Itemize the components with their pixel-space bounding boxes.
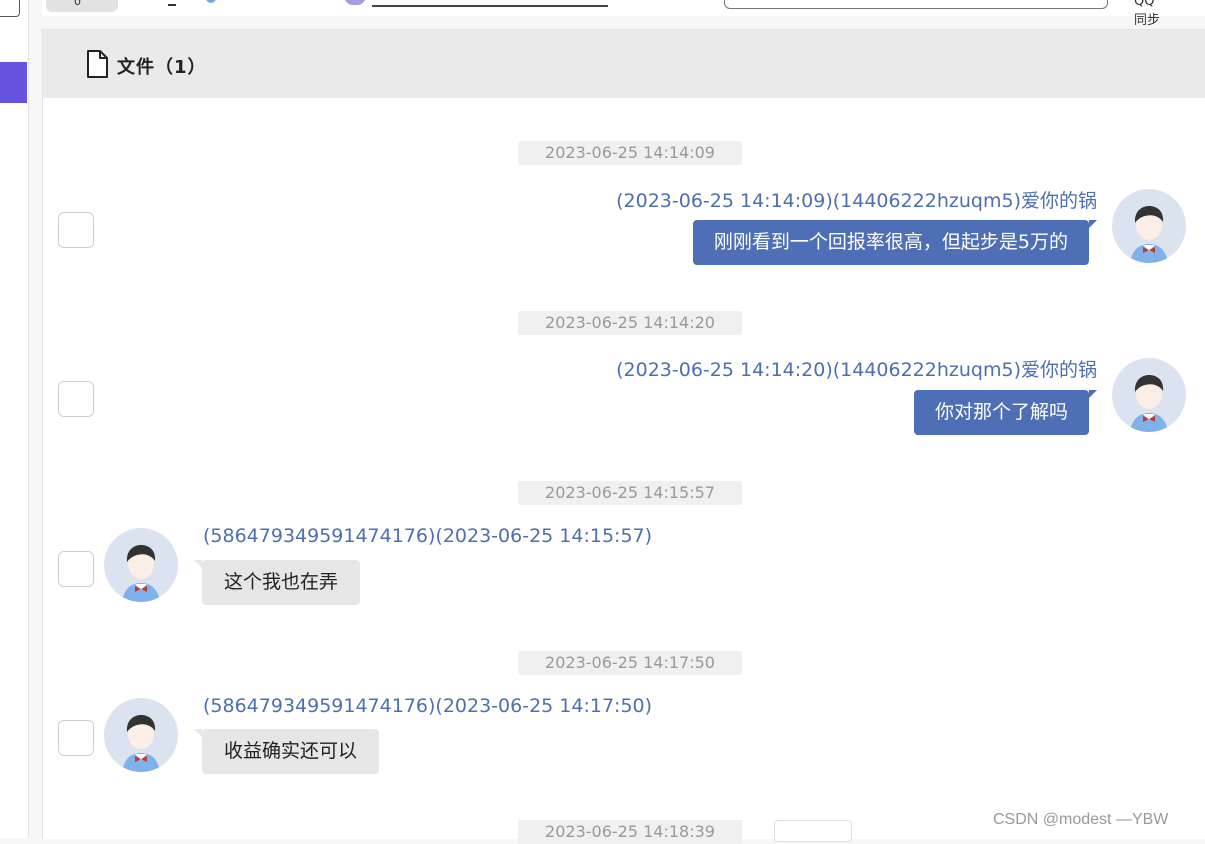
avatar[interactable] (104, 698, 178, 772)
message-meta: (586479349591474176)(2023-06-25 14:15:57… (203, 525, 653, 547)
message-checkbox[interactable] (58, 720, 94, 756)
avatar[interactable] (104, 528, 178, 602)
qq-sync-label: QQ同步 (1134, 0, 1161, 28)
message-bubble[interactable]: 刚刚看到一个回报率很高，但起步是5万的 (692, 220, 1098, 265)
avatar-icon (122, 545, 160, 602)
toolbar-link[interactable] (372, 5, 608, 7)
avatar-icon (122, 715, 160, 772)
chat-panel: 文件（1） 2023-06-25 14:14:09 (2023-06-25 14… (42, 29, 1205, 844)
search-input[interactable] (724, 0, 1108, 9)
message-timestamp: 2023-06-25 14:17:50 (518, 651, 742, 675)
file-icon (87, 50, 108, 78)
message-checkbox[interactable] (58, 212, 94, 248)
left-sidebar (0, 0, 29, 838)
popup-button[interactable] (774, 820, 852, 842)
avatar[interactable] (1112, 358, 1186, 432)
message-bubble[interactable]: 这个我也在弄 (193, 560, 361, 605)
top-toolbar: 0 QQ同步 (42, 0, 1205, 28)
user-icon[interactable] (344, 0, 366, 5)
avatar-icon (1130, 375, 1168, 432)
avatar[interactable] (1112, 189, 1186, 263)
message-checkbox[interactable] (58, 551, 94, 587)
message-bubble[interactable]: 收益确实还可以 (193, 729, 380, 774)
message-meta: (2023-06-25 14:14:20)(14406222hzuqm5)爱你的… (616, 359, 1097, 381)
message-meta: (586479349591474176)(2023-06-25 14:17:50… (203, 695, 653, 717)
sidebar-active-item[interactable] (0, 62, 27, 103)
message-timestamp: 2023-06-25 14:15:57 (518, 481, 742, 505)
chat-icon[interactable] (206, 0, 216, 3)
message-timestamp: 2023-06-25 14:14:09 (518, 141, 742, 165)
message-timestamp: 2023-06-25 14:18:39 (518, 820, 742, 844)
toolbar-icon[interactable] (168, 0, 176, 6)
watermark: CSDN @modest —YBW (993, 811, 1169, 828)
message-checkbox[interactable] (58, 381, 94, 417)
toolbar-button-label: 0 (74, 0, 81, 8)
qq-sync-button[interactable]: QQ同步 (1134, 0, 1160, 28)
sidebar-toggle[interactable] (0, 0, 20, 17)
avatar-icon (1130, 206, 1168, 263)
message-timestamp: 2023-06-25 14:14:20 (518, 311, 742, 335)
panel-title: 文件（1） (117, 57, 207, 78)
panel-header: 文件（1） (43, 30, 1205, 98)
toolbar-button[interactable]: 0 (46, 0, 118, 12)
message-bubble[interactable]: 你对那个了解吗 (913, 390, 1098, 435)
message-meta: (2023-06-25 14:14:09)(14406222hzuqm5)爱你的… (616, 190, 1097, 212)
